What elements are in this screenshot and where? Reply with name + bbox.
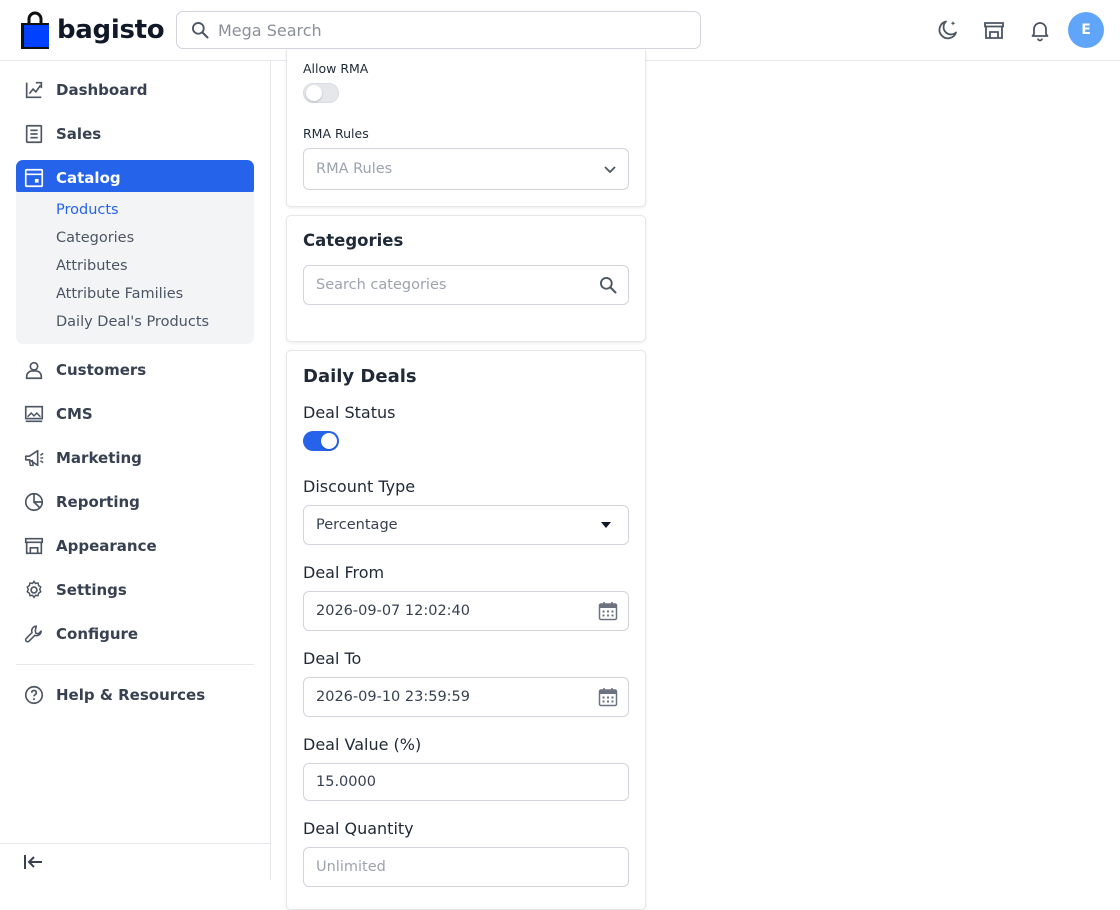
store-icon[interactable] xyxy=(982,18,1006,42)
user-avatar[interactable]: E xyxy=(1068,12,1104,48)
deal-value-label: Deal Value (%) xyxy=(303,735,422,754)
submenu-item-products[interactable]: Products xyxy=(56,202,119,218)
calendar-icon[interactable] xyxy=(598,601,618,621)
deal-to-input[interactable]: 2026-09-10 23:59:59 xyxy=(303,677,629,717)
deal-from-value: 2026-09-07 12:02:40 xyxy=(316,603,470,619)
search-icon xyxy=(600,277,617,294)
sidebar-item-help[interactable]: Help & Resources xyxy=(16,677,254,713)
sales-icon xyxy=(25,124,43,144)
deal-from-label: Deal From xyxy=(303,563,385,582)
sidebar-item-customers[interactable]: Customers xyxy=(16,352,254,388)
catalog-icon xyxy=(24,168,44,188)
reporting-icon xyxy=(24,492,44,512)
sidebar-item-label: Customers xyxy=(56,361,147,379)
deal-status-toggle[interactable] xyxy=(303,431,339,451)
submenu-item-attribute-families[interactable]: Attribute Families xyxy=(56,286,183,302)
discount-type-value: Percentage xyxy=(316,517,398,533)
sidebar-item-label: Configure xyxy=(56,625,139,643)
sidebar-item-sales[interactable]: Sales xyxy=(16,116,254,152)
sidebar-collapse-button[interactable] xyxy=(0,843,270,880)
deal-value-input[interactable]: 15.0000 xyxy=(303,763,629,801)
sidebar-divider xyxy=(16,664,254,665)
marketing-icon xyxy=(24,449,44,467)
customers-icon xyxy=(25,361,43,380)
sidebar-item-dashboard[interactable]: Dashboard xyxy=(16,72,254,108)
configure-icon xyxy=(24,625,42,643)
deal-quantity-label: Deal Quantity xyxy=(303,819,414,838)
toggle-knob xyxy=(321,433,337,449)
sidebar-item-marketing[interactable]: Marketing xyxy=(16,440,254,476)
categories-card: Categories Search categories xyxy=(286,215,646,342)
chevron-down-icon xyxy=(604,166,616,174)
sidebar-item-label: Reporting xyxy=(56,493,140,511)
search-icon xyxy=(192,22,209,39)
sidebar: Dashboard Sales Catalog Products Categor… xyxy=(0,61,271,880)
allow-rma-label: Allow RMA xyxy=(303,61,369,76)
mega-search-box[interactable] xyxy=(176,11,701,49)
sidebar-item-catalog[interactable]: Catalog xyxy=(16,160,254,196)
categories-search-placeholder: Search categories xyxy=(316,277,447,293)
catalog-submenu: Products Categories Attributes Attribute… xyxy=(16,192,254,344)
cms-icon xyxy=(24,405,44,423)
sidebar-item-reporting[interactable]: Reporting xyxy=(16,484,254,520)
toggle-knob xyxy=(306,85,322,101)
sidebar-item-appearance[interactable]: Appearance xyxy=(16,528,254,564)
categories-title: Categories xyxy=(303,231,404,250)
sidebar-item-label: Catalog xyxy=(56,169,121,187)
rma-rules-label: RMA Rules xyxy=(303,126,369,141)
sidebar-item-label: Help & Resources xyxy=(56,686,206,704)
rma-card: Allow RMA RMA Rules RMA Rules xyxy=(286,50,646,207)
appearance-icon xyxy=(24,537,44,555)
sidebar-item-cms[interactable]: CMS xyxy=(16,396,254,432)
submenu-item-categories[interactable]: Categories xyxy=(56,230,134,246)
submenu-item-attributes[interactable]: Attributes xyxy=(56,258,128,274)
rma-rules-select[interactable]: RMA Rules xyxy=(303,148,629,190)
deal-to-value: 2026-09-10 23:59:59 xyxy=(316,689,470,705)
discount-type-select[interactable]: Percentage xyxy=(303,505,629,545)
brand-logo[interactable]: bagisto xyxy=(21,11,165,49)
submenu-item-daily-deals-products[interactable]: Daily Deal's Products xyxy=(56,314,209,330)
rma-rules-placeholder: RMA Rules xyxy=(316,161,393,177)
daily-deals-card: Daily Deals Deal Status Discount Type Pe… xyxy=(286,350,646,910)
moon-icon[interactable] xyxy=(936,18,960,42)
discount-type-label: Discount Type xyxy=(303,477,416,496)
collapse-sidebar-icon xyxy=(24,855,42,869)
deal-value-value: 15.0000 xyxy=(316,774,376,790)
sidebar-item-label: Dashboard xyxy=(56,81,148,99)
sidebar-item-settings[interactable]: Settings xyxy=(16,572,254,608)
calendar-icon[interactable] xyxy=(598,687,618,707)
settings-icon xyxy=(26,580,42,599)
deal-status-label: Deal Status xyxy=(303,403,396,422)
deal-from-input[interactable]: 2026-09-07 12:02:40 xyxy=(303,591,629,631)
sidebar-item-label: Marketing xyxy=(56,449,142,467)
bag-logo-icon xyxy=(21,11,49,49)
deal-to-label: Deal To xyxy=(303,649,362,668)
dashboard-icon xyxy=(25,81,43,99)
categories-search-field[interactable]: Search categories xyxy=(303,265,629,305)
bell-icon[interactable] xyxy=(1028,18,1052,42)
deal-quantity-input[interactable]: Unlimited xyxy=(303,847,629,887)
daily-deals-title: Daily Deals xyxy=(303,366,417,387)
sidebar-item-label: Appearance xyxy=(56,537,157,555)
caret-down-icon xyxy=(601,522,611,528)
sidebar-item-configure[interactable]: Configure xyxy=(16,616,254,652)
help-icon xyxy=(24,685,44,705)
brand-name: bagisto xyxy=(57,15,165,45)
sidebar-item-label: CMS xyxy=(56,405,93,423)
mega-search-input[interactable] xyxy=(218,20,658,40)
allow-rma-toggle[interactable] xyxy=(303,83,339,103)
sidebar-item-label: Sales xyxy=(56,125,102,143)
deal-quantity-placeholder: Unlimited xyxy=(316,859,386,875)
sidebar-item-label: Settings xyxy=(56,581,127,599)
